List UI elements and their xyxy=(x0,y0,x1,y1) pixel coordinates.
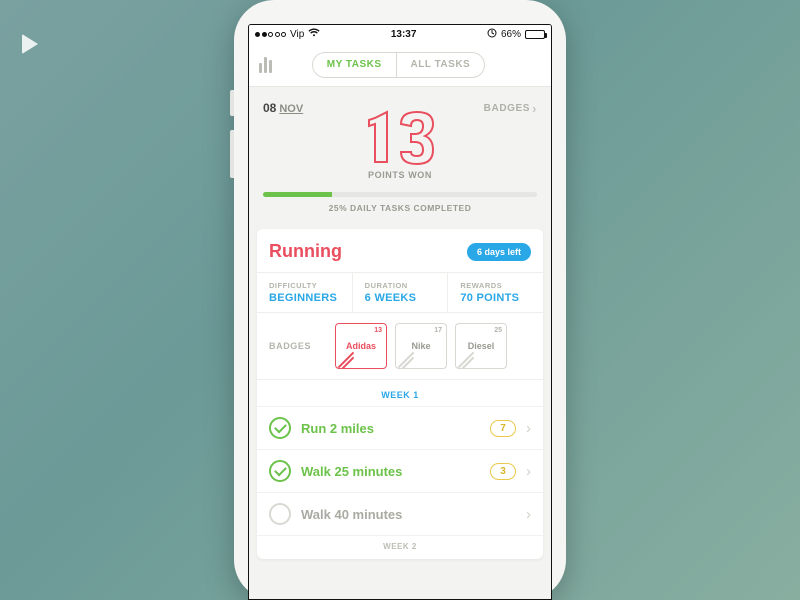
segmented-control: MY TASKS ALL TASKS xyxy=(312,52,485,78)
carrier-label: Vip xyxy=(290,29,304,40)
week-2-label: WEEK 2 xyxy=(257,535,543,553)
plan-card: Running 6 days left DIFFICULTY BEGINNERS… xyxy=(257,229,543,559)
task-name: Walk 40 minutes xyxy=(301,507,480,522)
rotation-lock-icon xyxy=(487,28,497,41)
tab-all-tasks[interactable]: ALL TASKS xyxy=(396,53,485,77)
badge-adidas[interactable]: 13 Adidas xyxy=(335,323,387,369)
signal-dots-icon xyxy=(255,32,286,37)
task-points-pill: 3 xyxy=(490,463,516,480)
battery-percent: 66% xyxy=(501,29,521,40)
clock: 13:37 xyxy=(391,29,417,40)
rewards-value: 70 POINTS xyxy=(460,292,531,304)
task-points-pill: 7 xyxy=(490,420,516,437)
tab-my-tasks[interactable]: MY TASKS xyxy=(313,53,396,77)
task-name: Walk 25 minutes xyxy=(301,464,480,479)
badges-row: BADGES 13 Adidas 17 Nike 25 Diesel xyxy=(257,313,543,380)
check-done-icon xyxy=(269,460,291,482)
chevron-right-icon: › xyxy=(526,506,531,523)
duration-value: 6 WEEKS xyxy=(365,292,436,304)
plan-meta-row: DIFFICULTY BEGINNERS DURATION 6 WEEKS RE… xyxy=(257,272,543,313)
external-play-icon[interactable] xyxy=(22,34,38,54)
rewards-label: REWARDS xyxy=(460,281,531,290)
chevron-right-icon: › xyxy=(526,463,531,480)
badge-nike[interactable]: 17 Nike xyxy=(395,323,447,369)
status-bar: Vip 13:37 66% xyxy=(249,25,551,43)
task-row[interactable]: Walk 40 minutes › xyxy=(257,492,543,535)
points-label: POINTS WON xyxy=(263,170,537,180)
nav-bar: MY TASKS ALL TASKS xyxy=(249,43,551,87)
progress-label: 25% DAILY TASKS COMPLETED xyxy=(263,203,537,213)
points-number xyxy=(263,108,537,168)
date-label: 08NOV xyxy=(263,101,303,115)
chevron-right-icon: › xyxy=(532,101,537,116)
badges-label: BADGES xyxy=(269,341,327,351)
scroll-content[interactable]: 08NOV BADGES › POINTS WON xyxy=(249,87,551,599)
week-1-label: WEEK 1 xyxy=(257,380,543,406)
check-empty-icon xyxy=(269,503,291,525)
task-row[interactable]: Run 2 miles 7 › xyxy=(257,406,543,449)
difficulty-value: BEGINNERS xyxy=(269,292,340,304)
screen: Vip 13:37 66% MY TASKS ALL TASKS xyxy=(248,24,552,600)
days-left-pill: 6 days left xyxy=(467,243,531,261)
phone-frame: Vip 13:37 66% MY TASKS ALL TASKS xyxy=(234,0,566,600)
battery-icon xyxy=(525,30,545,39)
badges-link[interactable]: BADGES › xyxy=(484,101,537,116)
check-done-icon xyxy=(269,417,291,439)
wifi-icon xyxy=(308,28,320,40)
task-row[interactable]: Walk 25 minutes 3 › xyxy=(257,449,543,492)
task-name: Run 2 miles xyxy=(301,421,480,436)
plan-title: Running xyxy=(269,241,342,262)
summary-section: 08NOV BADGES › POINTS WON xyxy=(249,87,551,223)
difficulty-label: DIFFICULTY xyxy=(269,281,340,290)
badge-diesel[interactable]: 25 Diesel xyxy=(455,323,507,369)
chevron-right-icon: › xyxy=(526,420,531,437)
progress-bar xyxy=(263,192,537,197)
duration-label: DURATION xyxy=(365,281,436,290)
menu-icon[interactable] xyxy=(259,57,272,73)
